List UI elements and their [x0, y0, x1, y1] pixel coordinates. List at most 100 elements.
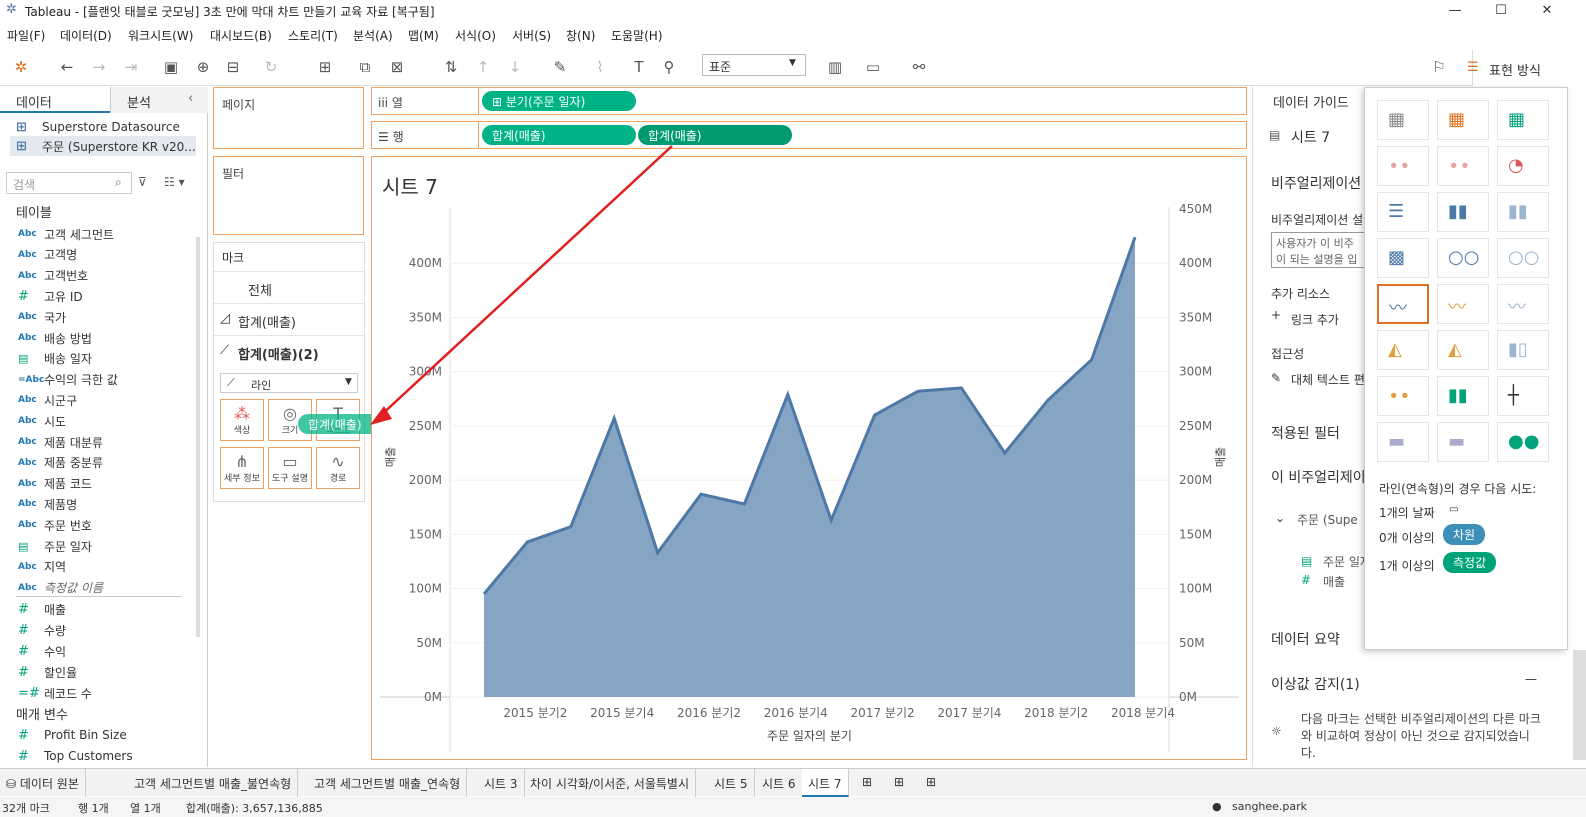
field-item[interactable]: Abc 고객명 [18, 245, 77, 265]
minimize-icon[interactable]: — [1432, 0, 1478, 21]
field-item[interactable]: Abc 시군구 [18, 390, 77, 410]
chart-thumbnail[interactable]: ∙∙ [1377, 376, 1429, 416]
menu-server[interactable]: 서버(S) [512, 27, 551, 44]
marks-all[interactable]: 전체 [214, 271, 364, 303]
chart-thumbnail[interactable]: ▬ [1377, 422, 1429, 462]
tableau-home-icon[interactable]: ✲ [10, 56, 32, 78]
menu-window[interactable]: 창(N) [566, 27, 595, 44]
area-chart[interactable]: 0M 50M 100M 150M 200M 250M 300M 350M 400M 0M 50M 10… [372, 157, 1246, 759]
chart-thumbnail[interactable]: ▦ [1437, 100, 1489, 140]
row-pill-1[interactable]: 합계(매출) [482, 125, 636, 145]
labels-icon[interactable]: T [628, 56, 650, 78]
detail-button[interactable]: ⋔ 세부 정보 [220, 447, 264, 489]
chart-thumbnail[interactable]: 〰 [1497, 284, 1549, 324]
field-item[interactable]: Abc 고객번호 [18, 266, 88, 286]
datasource-orders[interactable]: ⊞ 주문 (Superstore KR v20... [10, 136, 196, 156]
field-item[interactable]: Abc 측정값 이름 [18, 578, 103, 598]
viz-description-input[interactable]: 사용자가 이 비주 이 되는 설명을 입 [1271, 232, 1371, 268]
chart-thumbnail[interactable]: ◔ [1497, 146, 1549, 186]
chart-thumbnail[interactable]: 〰 [1437, 284, 1489, 324]
new-story-icon[interactable]: ⊞ [920, 769, 942, 797]
columns-shelf[interactable]: iii 열 ⊞ 분기(주문 일자) [371, 87, 1247, 115]
chart-thumbnail[interactable]: ∙∙ [1437, 146, 1489, 186]
chart-thumbnail[interactable]: ▮▮ [1437, 376, 1489, 416]
field-item[interactable]: Abc 고객 세그먼트 [18, 224, 114, 244]
share-icon[interactable]: ⚯ [908, 56, 930, 78]
view-options-icon[interactable]: ☷ ▾ [164, 175, 185, 189]
menu-dashboard[interactable]: 대시보드(B) [210, 27, 272, 44]
field-item[interactable]: Abc 제품 중분류 [18, 453, 103, 473]
sheet-tab[interactable]: ⛁ 데이터 원본 [0, 769, 86, 797]
rows-shelf[interactable]: ☰ 행 합계(매출) 합계(매출) [371, 121, 1247, 149]
tooltip-button[interactable]: ▭ 도구 설명 [268, 447, 312, 489]
chart-thumbnail[interactable]: ┼ [1497, 376, 1549, 416]
chart-thumbnail[interactable]: ▩ [1377, 238, 1429, 278]
datasource-superstore[interactable]: ⊞ Superstore Datasource [16, 117, 180, 137]
sheet-tab[interactable]: 시트 6 [756, 769, 803, 797]
menu-file[interactable]: 파일(F) [7, 27, 45, 44]
menu-help[interactable]: 도움말(H) [611, 27, 663, 44]
highlight-icon[interactable]: ✎ [549, 56, 571, 78]
sort-desc-icon[interactable]: ↓ [504, 56, 526, 78]
column-pill[interactable]: ⊞ 분기(주문 일자) [482, 91, 636, 111]
field-item[interactable]: Abc 주문 번호 [18, 515, 92, 535]
row-pill-2[interactable]: 합계(매출) [638, 125, 792, 145]
field-item[interactable]: # 고유 ID [18, 286, 83, 306]
search-input[interactable]: 검색 ⌕ [6, 172, 132, 194]
show-cards-icon[interactable]: ▥ [824, 56, 846, 78]
chart-thumbnail[interactable]: ☰ [1377, 192, 1429, 232]
field-item[interactable]: Abc 제품 대분류 [18, 432, 103, 452]
chart-thumbnail[interactable]: 〰 [1377, 284, 1429, 324]
filters-shelf[interactable]: 필터 [213, 156, 364, 235]
alt-text-link[interactable]: 대체 텍스트 편 [1291, 371, 1365, 388]
field-item[interactable]: Abc 배송 방법 [18, 328, 92, 348]
sheet-tab[interactable]: 고객 세그먼트별 매출_불연속형 [128, 769, 299, 797]
new-datasource-icon[interactable]: ⊕ [192, 56, 214, 78]
menu-story[interactable]: 스토리(T) [288, 27, 338, 44]
color-button[interactable]: ⁂ 색상 [220, 399, 264, 441]
field-item[interactable]: # Top Customers [18, 746, 133, 766]
field-item[interactable]: =Abc 수익의 극한 값 [18, 370, 118, 390]
clear-sheet-icon[interactable]: ⊠ [386, 56, 408, 78]
chart-thumbnail[interactable]: ▦ [1377, 100, 1429, 140]
undo-icon[interactable]: ← [56, 56, 78, 78]
refresh-icon[interactable]: ↻ [260, 56, 282, 78]
field-item[interactable]: Abc 제품 코드 [18, 474, 92, 494]
chart-thumbnail[interactable]: ▮▮ [1497, 192, 1549, 232]
pages-shelf[interactable]: 페이지 [213, 87, 364, 149]
showme-button[interactable]: ☰ 표현 방식 [1467, 50, 1586, 86]
menu-format[interactable]: 서식(O) [455, 27, 496, 44]
close-icon[interactable]: ✕ [1524, 0, 1570, 21]
replay-icon[interactable]: ⇥ [120, 56, 142, 78]
field-item[interactable]: ▤ 배송 일자 [18, 349, 92, 369]
chart-thumbnail[interactable]: ○○ [1437, 238, 1489, 278]
chart-thumbnail[interactable]: ∙∙ [1377, 146, 1429, 186]
group-icon[interactable]: ⌇ [589, 56, 611, 78]
redo-icon[interactable]: → [88, 56, 110, 78]
field-item[interactable]: # 매출 [18, 599, 66, 619]
swap-icon[interactable]: ⇅ [440, 56, 462, 78]
collapse-icon[interactable]: ‹ [188, 91, 193, 106]
add-link[interactable]: 링크 추가 [1291, 311, 1339, 328]
field-item[interactable]: Abc 시도 [18, 411, 66, 431]
chart-thumbnail[interactable]: ▮▯ [1497, 330, 1549, 370]
sheet-tab[interactable]: 시트 7 [802, 769, 849, 797]
new-dashboard-icon[interactable]: ⊞ [888, 769, 910, 797]
marks-card-2[interactable]: ⟋ 합계(매출)(2) [214, 335, 364, 367]
new-sheet-icon[interactable]: ⊞ [856, 769, 878, 797]
chart-thumbnail[interactable]: ◭ [1437, 330, 1489, 370]
menu-map[interactable]: 맵(M) [408, 27, 439, 44]
field-item[interactable]: Abc 지역 [18, 557, 66, 577]
marks-card-1[interactable]: ◿ 합계(매출) [214, 303, 364, 335]
field-item[interactable]: # 수익 [18, 641, 66, 661]
sheet-tab[interactable]: 차이 시각화/이서준, 서울특별시 [524, 769, 697, 797]
menu-worksheet[interactable]: 워크시트(W) [128, 27, 193, 44]
field-item[interactable]: # Profit Bin Size [18, 725, 127, 745]
tab-analysis[interactable]: 분석 [110, 87, 208, 113]
chart-thumbnail[interactable]: ●● [1497, 422, 1549, 462]
paint-icon[interactable]: ⚐ [1428, 56, 1450, 78]
filter-icon[interactable]: ⊽ [138, 175, 147, 189]
sheet-tab[interactable]: 시트 5 [708, 769, 755, 797]
chart-thumbnail[interactable]: ◭ [1377, 330, 1429, 370]
chart-thumbnail[interactable]: ▮▮ [1437, 192, 1489, 232]
